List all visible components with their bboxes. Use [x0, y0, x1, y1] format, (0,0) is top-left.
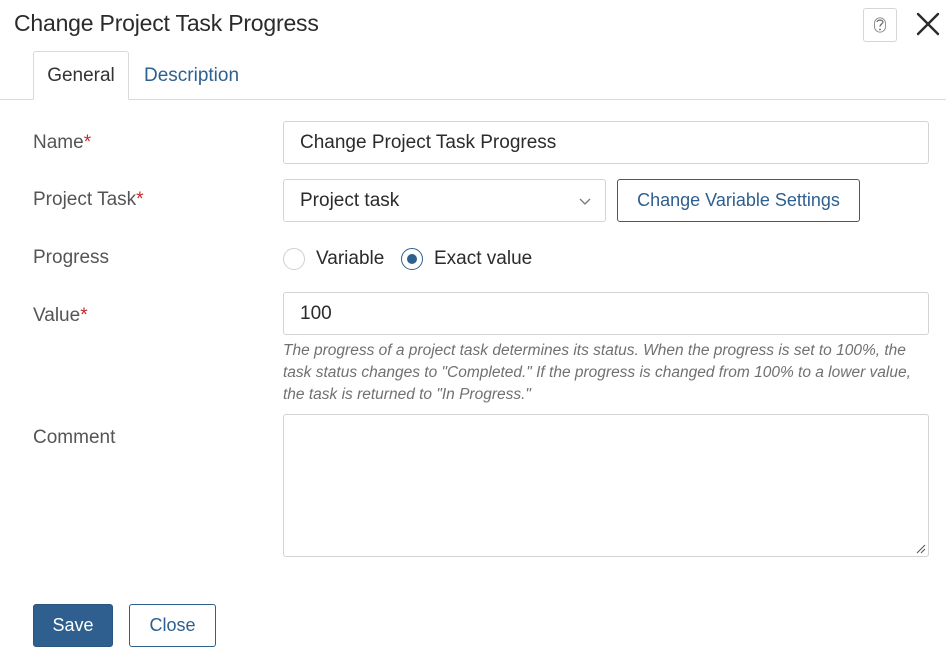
value-hint-text: The progress of a project task determine… [283, 342, 911, 403]
value-label: Value* [33, 305, 88, 326]
help-button[interactable] [863, 8, 897, 42]
project-task-select[interactable]: Project task [283, 179, 606, 222]
radio-variable[interactable] [283, 248, 305, 270]
close-dialog-button[interactable] [914, 10, 942, 38]
name-label: Name* [33, 132, 92, 153]
change-variable-settings-button[interactable]: Change Variable Settings [617, 179, 860, 222]
save-button[interactable]: Save [33, 604, 113, 647]
close-x-icon [916, 12, 940, 36]
radio-exact-value[interactable] [401, 248, 423, 270]
radio-exact-value-label[interactable]: Exact value [434, 248, 532, 270]
tabs-divider [0, 99, 946, 100]
tab-general[interactable]: General [33, 51, 129, 100]
chevron-down-icon [579, 198, 591, 205]
dialog-title: Change Project Task Progress [14, 10, 319, 36]
radio-variable-label[interactable]: Variable [316, 248, 384, 270]
progress-label: Progress [33, 247, 110, 268]
comment-label: Comment [33, 427, 116, 448]
name-input[interactable]: Change Project Task Progress [283, 121, 929, 164]
required-mark: * [83, 132, 92, 153]
value-input[interactable]: 100 [283, 292, 929, 335]
required-mark: * [80, 305, 88, 326]
required-mark: * [136, 189, 144, 210]
tab-description[interactable]: Description [144, 51, 239, 100]
value-input-value: 100 [300, 302, 332, 324]
comment-textarea[interactable] [283, 414, 929, 557]
project-task-selected: Project task [300, 189, 400, 211]
name-input-value: Change Project Task Progress [300, 131, 557, 153]
project-task-label: Project Task* [33, 189, 144, 210]
help-question-icon [874, 17, 886, 33]
resize-handle-icon[interactable] [916, 544, 926, 554]
close-button[interactable]: Close [129, 604, 216, 647]
